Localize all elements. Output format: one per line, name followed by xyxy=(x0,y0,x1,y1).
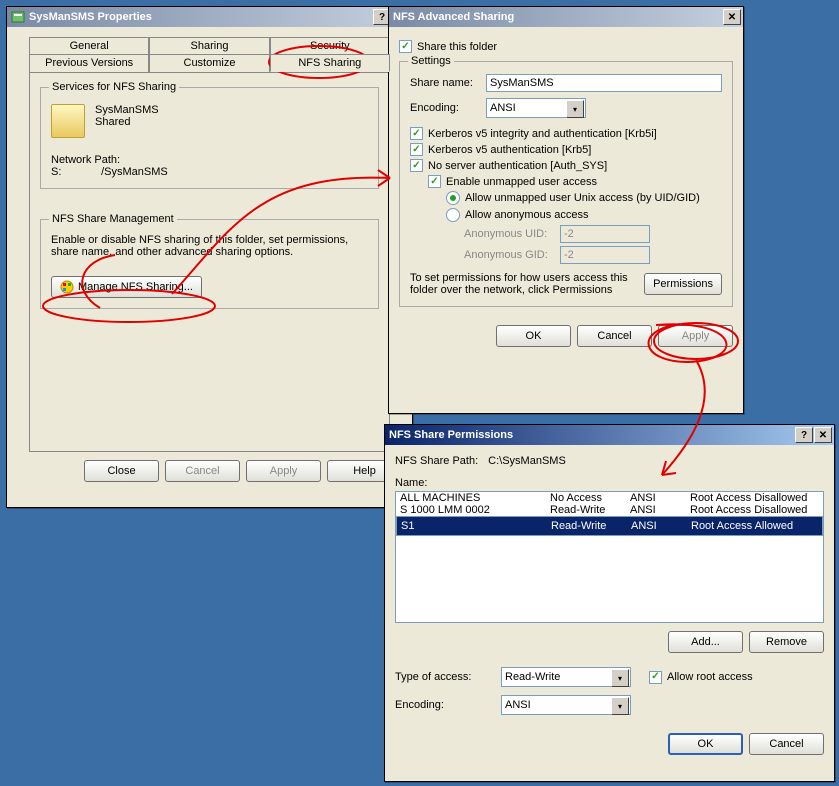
permissions-listbox[interactable]: ALL MACHINESNo AccessANSIRoot Access Dis… xyxy=(395,491,824,623)
permissions-button[interactable]: Permissions xyxy=(644,273,722,295)
advanced-sharing-window: NFS Advanced Sharing ✕ Share this folder… xyxy=(388,6,744,414)
help-title-button[interactable]: ? xyxy=(795,427,813,443)
authsys-checkbox[interactable]: No server authentication [Auth_SYS] xyxy=(410,159,722,172)
app-icon xyxy=(11,10,25,24)
window-title: NFS Share Permissions xyxy=(389,429,794,441)
manage-nfs-sharing-button[interactable]: Manage NFS Sharing... xyxy=(51,276,202,298)
encoding-label: Encoding: xyxy=(410,102,480,114)
tab-security[interactable]: Security xyxy=(270,37,390,54)
permissions-text: To set permissions for how users access … xyxy=(410,272,636,296)
close-title-button[interactable]: ✕ xyxy=(814,427,832,443)
titlebar[interactable]: SysManSMS Properties ? ✕ xyxy=(7,7,412,27)
encoding-label: Encoding: xyxy=(395,699,495,711)
netpath-value: S: /SysManSMS xyxy=(51,166,368,178)
cancel-button[interactable]: Cancel xyxy=(749,733,824,755)
anon-gid-label: Anonymous GID: xyxy=(464,249,554,261)
chevron-down-icon: ▾ xyxy=(566,100,584,118)
apply-button[interactable]: Apply xyxy=(246,460,321,482)
settings-legend: Settings xyxy=(408,55,454,67)
allow-anon-radio[interactable]: Allow anonymous access xyxy=(446,208,722,222)
list-item[interactable]: S1Read-WriteANSIRoot Access Allowed xyxy=(396,516,823,536)
anon-uid-label: Anonymous UID: xyxy=(464,228,554,240)
ok-button[interactable]: OK xyxy=(668,733,743,755)
list-item[interactable]: ALL MACHINESNo AccessANSIRoot Access Dis… xyxy=(396,492,823,504)
netpath-label: Network Path: xyxy=(51,154,368,166)
titlebar[interactable]: NFS Share Permissions ? ✕ xyxy=(385,425,834,445)
encoding-select[interactable]: ANSI ▾ xyxy=(486,98,586,118)
remove-button[interactable]: Remove xyxy=(749,631,824,653)
krb5-checkbox[interactable]: Kerberos v5 authentication [Krb5] xyxy=(410,143,722,156)
allow-unmapped-radio[interactable]: Allow unmapped user Unix access (by UID/… xyxy=(446,191,722,205)
name-label: Name: xyxy=(395,477,824,489)
window-title: SysManSMS Properties xyxy=(29,11,372,23)
add-button[interactable]: Add... xyxy=(668,631,743,653)
mgmt-text: Enable or disable NFS sharing of this fo… xyxy=(51,230,368,262)
tab-nfs-sharing[interactable]: NFS Sharing xyxy=(270,54,390,72)
checkbox-label: Share this folder xyxy=(417,41,497,53)
krb5i-checkbox[interactable]: Kerberos v5 integrity and authentication… xyxy=(410,127,722,140)
type-of-access-select[interactable]: Read-Write▾ xyxy=(501,667,631,687)
close-title-button[interactable]: ✕ xyxy=(723,9,741,25)
properties-window: SysManSMS Properties ? ✕ General Sharing… xyxy=(6,6,413,508)
anon-gid-input xyxy=(560,246,650,264)
titlebar[interactable]: NFS Advanced Sharing ✕ xyxy=(389,7,743,27)
share-path-value: C:\SysManSMS xyxy=(488,455,566,467)
allow-root-checkbox[interactable]: Allow root access xyxy=(649,671,753,684)
checkbox-icon xyxy=(399,40,412,53)
tab-previous-versions[interactable]: Previous Versions xyxy=(29,54,149,72)
share-path-label: NFS Share Path: xyxy=(395,455,478,467)
cancel-button[interactable]: Cancel xyxy=(165,460,240,482)
folder-state: Shared xyxy=(95,116,159,128)
chevron-down-icon: ▾ xyxy=(611,697,629,715)
share-name-label: Share name: xyxy=(410,77,480,89)
tab-general[interactable]: General xyxy=(29,37,149,54)
tab-sharing[interactable]: Sharing xyxy=(149,37,269,54)
list-item[interactable]: S 1000 LMM 0002Read-WriteANSIRoot Access… xyxy=(396,504,823,516)
share-name-input[interactable] xyxy=(486,74,722,92)
apply-button[interactable]: Apply xyxy=(658,325,733,347)
type-of-access-label: Type of access: xyxy=(395,671,495,683)
share-folder-checkbox[interactable]: Share this folder xyxy=(399,40,733,53)
mgmt-legend: NFS Share Management xyxy=(49,213,177,225)
tab-customize[interactable]: Customize xyxy=(149,54,269,72)
encoding-value: ANSI xyxy=(490,102,516,114)
anon-uid-input xyxy=(560,225,650,243)
folder-name: SysManSMS xyxy=(95,104,159,116)
manage-btn-label: Manage NFS Sharing... xyxy=(78,281,193,293)
share-permissions-window: NFS Share Permissions ? ✕ NFS Share Path… xyxy=(384,424,835,782)
enable-unmapped-checkbox[interactable]: Enable unmapped user access xyxy=(428,175,722,188)
window-title: NFS Advanced Sharing xyxy=(393,11,722,23)
folder-icon xyxy=(51,104,85,138)
cancel-button[interactable]: Cancel xyxy=(577,325,652,347)
encoding-select[interactable]: ANSI▾ xyxy=(501,695,631,715)
chevron-down-icon: ▾ xyxy=(611,669,629,687)
ok-button[interactable]: OK xyxy=(496,325,571,347)
services-legend: Services for NFS Sharing xyxy=(49,81,179,93)
close-button[interactable]: Close xyxy=(84,460,159,482)
